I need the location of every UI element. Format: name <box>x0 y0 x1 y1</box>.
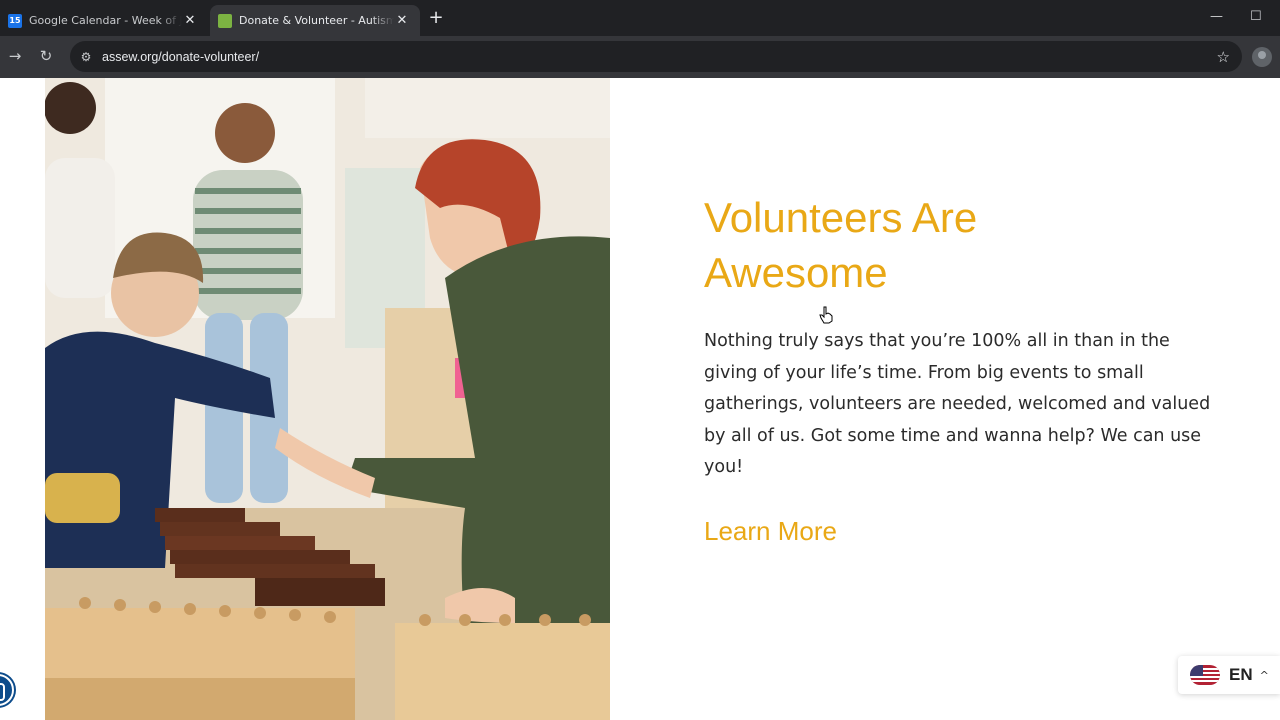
heading-line-1: Volunteers Are <box>704 194 978 241</box>
reload-icon[interactable]: ↻ <box>36 47 56 65</box>
site-settings-icon[interactable]: ⚙ <box>70 50 102 64</box>
new-tab-button[interactable]: + <box>426 8 446 28</box>
bookmark-star-icon[interactable]: ☆ <box>1217 48 1230 66</box>
browser-toolbar: → ↻ ⚙ assew.org/donate-volunteer/ ☆ <box>0 36 1280 78</box>
address-bar[interactable]: ⚙ assew.org/donate-volunteer/ ☆ <box>70 41 1242 72</box>
language-switcher[interactable]: EN ^ <box>1178 656 1280 694</box>
volunteer-photo-illustration <box>45 78 610 720</box>
tab-title: Donate & Volunteer - Autism S... <box>239 14 394 27</box>
chevron-up-icon: ^ <box>1259 668 1269 682</box>
globe-icon <box>218 13 232 28</box>
volunteer-section: Volunteers Are Awesome Nothing truly say… <box>704 190 1224 547</box>
page-content: Volunteers Are Awesome Nothing truly say… <box>0 78 1280 720</box>
minimize-icon[interactable]: — <box>1210 9 1223 24</box>
browser-tab-strip: 15 Google Calendar - Week of Jan... ✕ Do… <box>0 0 1280 36</box>
calendar-icon: 15 <box>8 13 22 28</box>
volunteer-photo <box>45 78 610 720</box>
heading-line-2: Awesome <box>704 249 888 296</box>
us-flag-icon <box>1190 665 1220 685</box>
maximize-icon[interactable]: ☐ <box>1250 9 1262 24</box>
close-icon[interactable]: ✕ <box>182 13 198 28</box>
tab-donate-volunteer[interactable]: Donate & Volunteer - Autism S... ✕ <box>210 5 420 36</box>
tab-title: Google Calendar - Week of Jan... <box>29 14 182 27</box>
language-code: EN <box>1229 665 1253 684</box>
profile-avatar[interactable] <box>1252 47 1272 67</box>
forward-icon[interactable]: → <box>5 47 25 65</box>
hand-cursor-icon <box>819 306 833 324</box>
close-icon[interactable]: ✕ <box>394 13 410 28</box>
address-url[interactable]: assew.org/donate-volunteer/ <box>102 50 259 64</box>
learn-more-link[interactable]: Learn More <box>704 516 837 547</box>
tab-google-calendar[interactable]: 15 Google Calendar - Week of Jan... ✕ <box>0 5 208 36</box>
accessibility-icon[interactable] <box>0 674 14 706</box>
section-heading: Volunteers Are Awesome <box>704 190 1224 300</box>
section-body: Nothing truly says that you’re 100% all … <box>704 331 1211 477</box>
